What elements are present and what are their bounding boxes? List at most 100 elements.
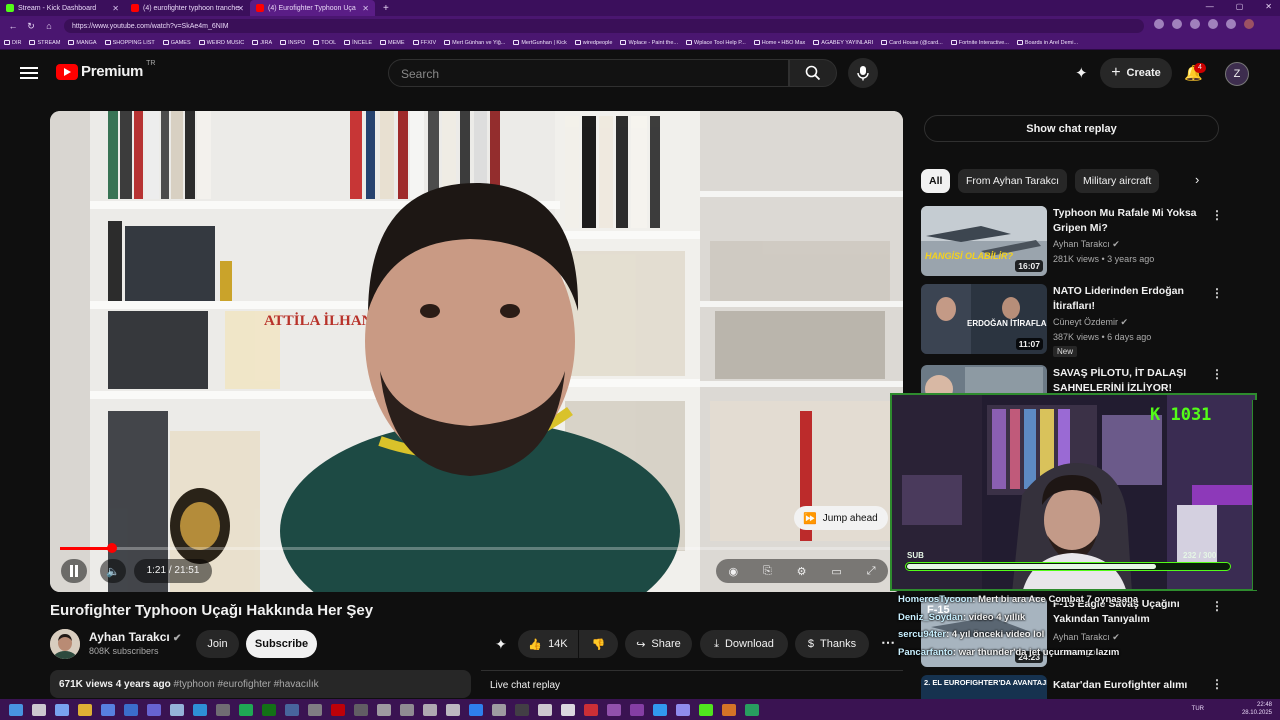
bookmark-item[interactable]: DIR	[4, 40, 21, 46]
bookmark-item[interactable]: SHOPPING LIST	[104, 40, 155, 46]
channel-avatar[interactable]	[50, 629, 80, 659]
back-icon[interactable]: ←	[8, 21, 18, 31]
recommended-video[interactable]: ERDOĞAN İTİRAFLARI 11:07 NATO Liderinden…	[921, 284, 1223, 357]
channel-name[interactable]: Ayhan Tarakcı ✔	[89, 630, 181, 644]
ask-sparkle-icon[interactable]: ✦	[1075, 64, 1088, 82]
recommended-video[interactable]: HANGİSİ OLABİLİR? 16:07 Typhoon Mu Rafal…	[921, 206, 1223, 276]
minimize-icon[interactable]: —	[1206, 2, 1214, 11]
close-icon[interactable]: ✕	[112, 4, 119, 13]
tab-youtube-video[interactable]: (4) Eurofighter Typhoon Uça ✕	[250, 0, 375, 16]
home-icon[interactable]: ⌂	[44, 21, 54, 31]
system-clock[interactable]: 22:48 28.10.2025	[1242, 701, 1272, 717]
description-box[interactable]: 671K views 4 years ago #typhoon #eurofig…	[50, 670, 471, 698]
app-icon[interactable]	[538, 703, 552, 716]
share-button[interactable]: ↪ Share	[625, 630, 692, 658]
subtitles-icon[interactable]: ⎘	[763, 565, 772, 578]
jump-ahead-button[interactable]: ⏩ Jump ahead	[794, 506, 888, 530]
miniplayer-icon[interactable]: ▭	[831, 565, 841, 578]
app-icon[interactable]	[446, 703, 460, 716]
input-language[interactable]: TUR	[1192, 706, 1204, 712]
show-chat-replay-button[interactable]: Show chat replay	[924, 115, 1219, 142]
maximize-icon[interactable]: ▢	[1236, 2, 1244, 11]
app-icon[interactable]	[216, 703, 230, 716]
search-button[interactable]	[789, 59, 837, 87]
app-icon[interactable]	[400, 703, 414, 716]
url-input[interactable]: https://www.youtube.com/watch?v=SkAe4m_6…	[64, 19, 1144, 33]
bookmark-item[interactable]: JIRA	[252, 40, 272, 46]
spotify-icon[interactable]	[239, 703, 253, 716]
taskview-icon[interactable]	[55, 703, 69, 716]
app-icon[interactable]	[354, 703, 368, 716]
app-icon[interactable]	[722, 703, 736, 716]
app-icon[interactable]	[423, 703, 437, 716]
search-icon[interactable]	[32, 703, 46, 716]
more-options-icon[interactable]: ⋮	[1211, 367, 1223, 381]
volume-button[interactable]: 🔈	[100, 559, 126, 583]
bookmark-item[interactable]: wiredpeople	[574, 40, 612, 46]
menu-icon[interactable]	[20, 64, 38, 80]
app-icon[interactable]	[469, 703, 483, 716]
close-window-icon[interactable]: ✕	[1265, 2, 1272, 11]
bookmark-item[interactable]: MertGunhan | Kick	[513, 40, 567, 46]
bookmark-item[interactable]: GAMES	[162, 40, 191, 46]
new-tab-button[interactable]: +	[383, 3, 389, 14]
recommended-video[interactable]: SAVAŞ PİLOTU, İT DALAŞI SAHNELERİNİ İZLİ…	[921, 365, 1223, 394]
bookmark-item[interactable]: MEME	[380, 40, 405, 46]
close-icon[interactable]: ✕	[362, 4, 369, 13]
tab-kick-dashboard[interactable]: Stream - Kick Dashboard ✕	[0, 0, 125, 16]
start-icon[interactable]	[9, 703, 23, 716]
chip-from-channel[interactable]: From Ayhan Tarakcı	[958, 169, 1067, 193]
bookmark-item[interactable]: TOOL	[313, 40, 336, 46]
thanks-button[interactable]: $ Thanks	[795, 630, 869, 658]
tab-youtube-search[interactable]: (4) eurofighter typhoon tranche ✕	[125, 0, 250, 16]
more-options-icon[interactable]: ⋮	[1211, 599, 1223, 613]
app-icon[interactable]	[561, 703, 575, 716]
settings-gear-icon[interactable]: ⚙	[797, 565, 807, 578]
browser-icon[interactable]	[193, 703, 207, 716]
xbox-icon[interactable]	[262, 703, 276, 716]
more-actions-icon[interactable]: ⋯	[881, 634, 895, 651]
more-options-icon[interactable]: ⋮	[1211, 208, 1223, 222]
app-icon[interactable]	[584, 703, 598, 716]
bookmark-item[interactable]: WEIRD MUSIC	[198, 40, 244, 46]
subscribe-button[interactable]: Subscribe	[246, 630, 317, 658]
chip-all[interactable]: All	[921, 169, 951, 193]
progress-bar[interactable]	[60, 547, 892, 550]
chip-military-aircraft[interactable]: Military aircraft	[1075, 169, 1160, 193]
bookmark-item[interactable]: FFXIV	[412, 40, 436, 46]
youtube-logo[interactable]: Premium TR	[56, 60, 155, 80]
app-icon[interactable]	[308, 703, 322, 716]
voice-search-button[interactable]	[848, 58, 878, 88]
app-icon[interactable]	[170, 703, 184, 716]
photoshop-icon[interactable]	[653, 703, 667, 716]
search-input[interactable]: Search	[388, 59, 789, 87]
discord-icon[interactable]	[147, 703, 161, 716]
app-icon[interactable]	[492, 703, 506, 716]
bookmark-item[interactable]: Home • HBO Max	[753, 40, 805, 46]
app-icon[interactable]	[377, 703, 391, 716]
app-icon[interactable]	[101, 703, 115, 716]
autoplay-toggle-icon[interactable]: ◉	[728, 565, 738, 578]
file-explorer-icon[interactable]	[78, 703, 92, 716]
profile-icon[interactable]	[1244, 19, 1254, 29]
create-button[interactable]: + Create	[1100, 58, 1172, 88]
fullscreen-icon[interactable]: ⤢	[867, 565, 876, 578]
app-icon[interactable]	[607, 703, 621, 716]
app-icon[interactable]	[745, 703, 759, 716]
video-player[interactable]: ATTİLA İLHAN	[50, 111, 903, 592]
bookmark-item[interactable]: Card House (@card...	[881, 40, 943, 46]
progress-scrubber[interactable]	[107, 543, 117, 553]
hashtags[interactable]: #typhoon #eurofighter #havacılık	[174, 679, 319, 690]
account-avatar[interactable]: Z	[1225, 62, 1249, 86]
bookmark-item[interactable]: Fortnite Interactive...	[950, 40, 1009, 46]
app-icon[interactable]	[331, 703, 345, 716]
app-icon[interactable]	[515, 703, 529, 716]
after-effects-icon[interactable]	[630, 703, 644, 716]
dislike-button[interactable]: 👎	[579, 630, 618, 658]
download-button[interactable]: ⤓ Download	[700, 630, 788, 658]
bookmark-item[interactable]: STREAM	[29, 40, 60, 46]
steam-icon[interactable]	[285, 703, 299, 716]
bookmark-item[interactable]: INSPO	[280, 40, 305, 46]
app-icon[interactable]	[124, 703, 138, 716]
close-icon[interactable]: ✕	[237, 4, 244, 13]
